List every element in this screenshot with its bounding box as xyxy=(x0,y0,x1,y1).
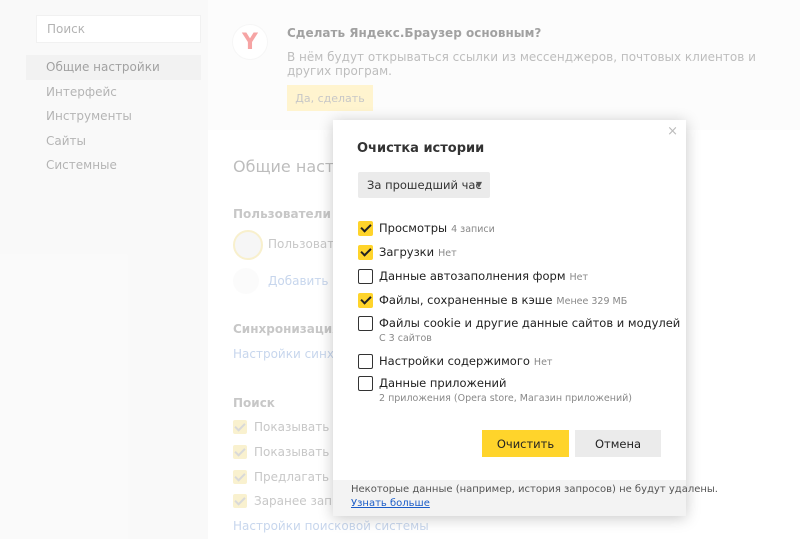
option-label: Загрузки xyxy=(379,245,435,259)
option-note: 4 записи xyxy=(451,224,495,235)
checkbox-views[interactable] xyxy=(358,221,373,236)
dialog-footer: Некоторые данные (например, история запр… xyxy=(333,480,718,516)
checkbox-app-data[interactable] xyxy=(358,376,373,391)
checkbox-cookies[interactable] xyxy=(358,316,373,331)
checkbox-autofill[interactable] xyxy=(358,269,373,284)
close-icon[interactable]: × xyxy=(667,124,678,139)
option-label: Просмотры xyxy=(379,221,448,235)
period-dropdown[interactable]: За прошедший час ▼ xyxy=(358,172,490,198)
clear-button[interactable]: Очистить xyxy=(482,430,569,457)
option-label: Данные автозаполнения форм xyxy=(379,269,566,283)
footer-note: Некоторые данные (например, история запр… xyxy=(351,484,718,495)
period-value: За прошедший час xyxy=(367,178,482,192)
checkbox-cache[interactable] xyxy=(358,293,373,308)
option-sub: С 3 сайтов xyxy=(379,333,432,344)
learn-more-link[interactable]: Узнать больше xyxy=(351,498,430,509)
checkbox-content-settings[interactable] xyxy=(358,354,373,369)
option-note: Нет xyxy=(438,248,457,259)
option-note: Нет xyxy=(533,357,553,368)
option-note: Нет xyxy=(569,272,589,283)
option-label: Настройки содержимого xyxy=(379,354,530,368)
option-label: Файлы cookie и другие данные сайтов и мо… xyxy=(379,316,681,330)
checkbox-downloads[interactable] xyxy=(358,245,373,260)
option-note: Менее 329 МБ xyxy=(556,296,628,307)
option-label: Данные приложений xyxy=(379,376,507,390)
cancel-button[interactable]: Отмена xyxy=(575,430,661,457)
dialog-title: Очистка истории xyxy=(357,141,485,156)
clear-history-dialog: × Очистка истории За прошедший час ▼ Про… xyxy=(333,120,718,516)
chevron-down-icon: ▼ xyxy=(475,180,482,189)
option-label: Файлы, сохраненные в кэше xyxy=(379,293,553,307)
option-sub: 2 приложения (Opera store, Магазин прило… xyxy=(379,393,633,404)
